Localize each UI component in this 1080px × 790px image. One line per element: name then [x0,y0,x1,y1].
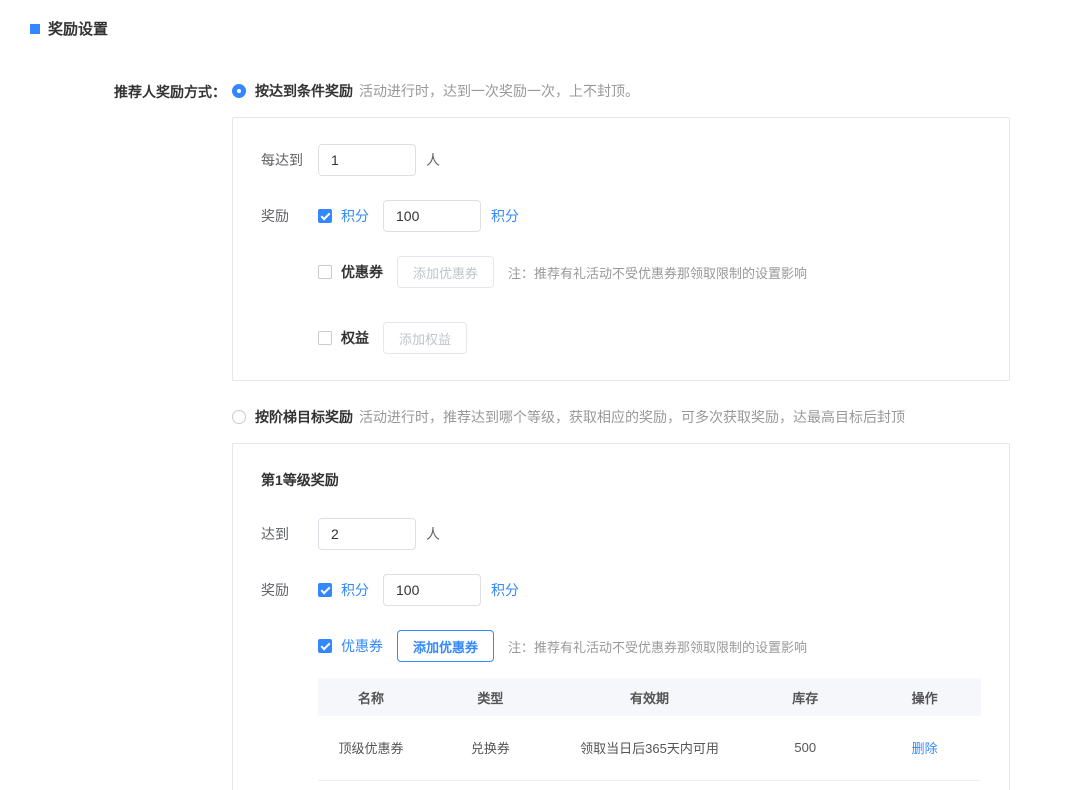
reward-method-form-row: 推荐人奖励方式： 按达到条件奖励 活动进行时，达到一次奖励一次，上不封顶。 每达… [0,81,1080,790]
tier-reach-unit-label: 人 [426,524,440,544]
tier-reward-option-desc: 活动进行时，推荐达到哪个等级，获取相应的奖励，可多次获取奖励，达最高目标后封顶 [359,407,905,427]
tier-coupon-checkbox-label[interactable]: 优惠券 [341,636,383,656]
section-marker-icon [30,24,40,34]
tier-reward-row-label: 奖励 [261,580,306,600]
rights-reward-row: 权益 添加权益 [318,322,981,354]
tier-points-reward-row: 奖励 积分 积分 [261,574,981,606]
points-reward-row: 奖励 积分 积分 [261,200,981,232]
coupon-table-container: 名称 类型 有效期 库存 操作 顶级优惠券 兑换券 领取当日后3 [318,678,981,781]
reach-count-row: 每达到 人 [261,144,981,176]
condition-reward-option-desc: 活动进行时，达到一次奖励一次，上不封顶。 [359,81,639,101]
tier-reward-radio[interactable] [232,410,246,424]
points-checkbox-label[interactable]: 积分 [341,206,369,226]
option-condition-reward: 按达到条件奖励 活动进行时，达到一次奖励一次，上不封顶。 [232,81,1010,101]
tier-reach-count-input[interactable] [318,518,416,550]
tier-points-checkbox[interactable] [318,583,332,597]
condition-reward-panel: 每达到 人 奖励 积分 积分 优惠券 添加优惠券 注：推荐有礼活动不受优惠券那领… [232,117,1010,381]
column-header-action: 操作 [868,678,981,716]
tier-coupon-checkbox[interactable] [318,639,332,653]
tier-level-title: 第1等级奖励 [261,470,981,490]
reward-method-options: 按达到条件奖励 活动进行时，达到一次奖励一次，上不封顶。 每达到 人 奖励 积分… [232,81,1010,790]
coupon-cell-name: 顶级优惠券 [318,716,424,780]
section-header: 奖励设置 [0,0,1080,39]
page-title: 奖励设置 [48,18,108,39]
coupon-checkbox[interactable] [318,265,332,279]
coupon-cell-validity: 领取当日后365天内可用 [557,716,743,780]
tier-add-coupon-button[interactable]: 添加优惠券 [397,630,494,662]
tier-coupon-reward-row: 优惠券 添加优惠券 注：推荐有礼活动不受优惠券那领取限制的设置影响 [318,630,981,662]
reach-unit-label: 人 [426,150,440,170]
coupon-checkbox-label[interactable]: 优惠券 [341,262,383,282]
tier-reward-panel: 第1等级奖励 达到 人 奖励 积分 积分 优惠券 添加优惠券 [232,443,1010,790]
tier-points-amount-input[interactable] [383,574,481,606]
option-tier-reward: 按阶梯目标奖励 活动进行时，推荐达到哪个等级，获取相应的奖励，可多次获取奖励，达… [232,407,1010,427]
tier-reach-label: 达到 [261,524,306,544]
coupon-reward-row: 优惠券 添加优惠券 注：推荐有礼活动不受优惠券那领取限制的设置影响 [318,256,981,288]
coupon-cell-type: 兑换券 [424,716,557,780]
tier-reach-count-row: 达到 人 [261,518,981,550]
reward-settings-page: 奖励设置 推荐人奖励方式： 按达到条件奖励 活动进行时，达到一次奖励一次，上不封… [0,0,1080,790]
rights-checkbox[interactable] [318,331,332,345]
tier-points-unit-label: 积分 [491,580,519,600]
coupon-table-row: 顶级优惠券 兑换券 领取当日后365天内可用 500 删除 [318,716,981,780]
tier-points-checkbox-label[interactable]: 积分 [341,580,369,600]
column-header-validity: 有效期 [557,678,743,716]
rights-checkbox-label[interactable]: 权益 [341,328,369,348]
coupon-table-header-row: 名称 类型 有效期 库存 操作 [318,678,981,716]
column-header-name: 名称 [318,678,424,716]
delete-coupon-link[interactable]: 删除 [912,741,938,756]
column-header-type: 类型 [424,678,557,716]
add-coupon-button[interactable]: 添加优惠券 [397,256,494,288]
tier-coupon-note: 注：推荐有礼活动不受优惠券那领取限制的设置影响 [508,637,807,656]
points-checkbox[interactable] [318,209,332,223]
coupon-note: 注：推荐有礼活动不受优惠券那领取限制的设置影响 [508,263,807,282]
condition-reward-option-label[interactable]: 按达到条件奖励 [255,81,353,101]
points-amount-input[interactable] [383,200,481,232]
add-rights-button[interactable]: 添加权益 [383,322,467,354]
reach-label: 每达到 [261,150,306,170]
reward-method-label: 推荐人奖励方式： [0,81,232,790]
condition-reward-radio[interactable] [232,84,246,98]
reach-count-input[interactable] [318,144,416,176]
reward-row-label: 奖励 [261,206,306,226]
coupon-cell-stock: 500 [742,716,868,780]
points-unit-label: 积分 [491,206,519,226]
coupon-table: 名称 类型 有效期 库存 操作 顶级优惠券 兑换券 领取当日后3 [318,678,981,781]
column-header-stock: 库存 [742,678,868,716]
tier-reward-option-label[interactable]: 按阶梯目标奖励 [255,407,353,427]
